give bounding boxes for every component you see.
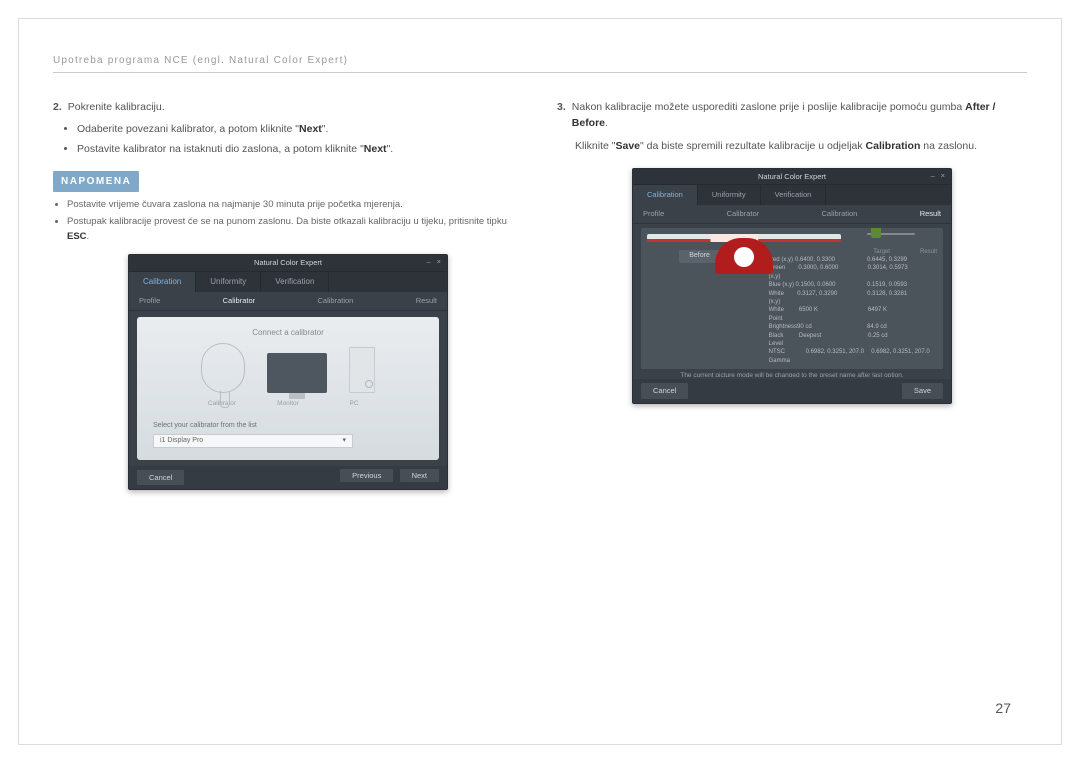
tab-verification[interactable]: Verification — [261, 272, 329, 292]
subtab-result[interactable]: Result — [920, 208, 941, 220]
tab-uniformity[interactable]: Uniformity — [698, 185, 761, 205]
bullet-item: Odaberite povezani kalibrator, a potom k… — [77, 121, 523, 137]
tab-calibration[interactable]: Calibration — [129, 272, 196, 292]
column-left: 2. Pokrenite kalibraciju. Odaberite pove… — [53, 99, 523, 490]
calibrator-icon — [201, 343, 245, 393]
dropdown-value: i1 Display Pro — [160, 436, 203, 446]
column-right: 3. Nakon kalibracije možete usporediti z… — [557, 99, 1027, 490]
text: Postupak kalibracije provest će se na pu… — [67, 216, 507, 227]
subtab-result[interactable]: Result — [416, 295, 437, 307]
cancel-button[interactable]: Cancel — [137, 470, 184, 486]
pc-icon — [349, 347, 375, 393]
monitor-icon — [267, 353, 327, 393]
text: . — [87, 231, 90, 242]
text: Postavite kalibrator na istaknuti dio za… — [77, 143, 364, 155]
bold-text: Next — [299, 123, 322, 135]
step-number: 3. — [557, 99, 566, 132]
text: Nakon kalibracije možete usporediti zasl… — [572, 101, 965, 113]
app-screenshot-result: Natural Color Expert – × Calibration Uni… — [632, 168, 952, 404]
text: ". — [387, 143, 394, 155]
before-button[interactable]: Before — [679, 250, 720, 263]
tab-calibration[interactable]: Calibration — [633, 185, 698, 205]
info-strip: The current picture mode will be changed… — [641, 369, 943, 377]
select-label: Select your calibrator from the list — [153, 421, 257, 432]
subtab-calibrator[interactable]: Calibrator — [223, 295, 256, 307]
preview-main-image — [647, 234, 841, 242]
step-number: 2. — [53, 99, 62, 115]
subtab-calibration[interactable]: Calibration — [318, 295, 354, 307]
subtab-calibrator[interactable]: Calibrator — [727, 208, 760, 220]
note-item: Postupak kalibracije provest će se na pu… — [67, 215, 523, 244]
note-tag: NAPOMENA — [53, 171, 139, 193]
connect-label: Connect a calibrator — [252, 327, 324, 339]
tab-verification[interactable]: Verification — [761, 185, 827, 205]
previous-button[interactable]: Previous — [340, 469, 393, 482]
step-subtext: Kliknite "Save" da biste spremili rezult… — [557, 138, 1027, 154]
calibrator-dropdown[interactable]: i1 Display Pro ▾ — [153, 434, 353, 448]
next-button[interactable]: Next — [400, 469, 439, 482]
step-text: Nakon kalibracije možete usporediti zasl… — [572, 99, 1027, 132]
bullet-item: Postavite kalibrator na istaknuti dio za… — [77, 141, 523, 157]
col-header: Result — [920, 248, 937, 256]
note-item: Postavite vrijeme čuvara zaslona na najm… — [67, 198, 523, 213]
bold-text: ESC — [67, 231, 87, 242]
text: na zaslonu. — [920, 140, 977, 152]
bold-text: Calibration — [866, 140, 921, 152]
window-title: Natural Color Expert — [758, 172, 826, 181]
chevron-down-icon: ▾ — [342, 436, 346, 446]
cancel-button[interactable]: Cancel — [641, 383, 688, 399]
bold-text: Next — [364, 143, 387, 155]
spacer — [647, 248, 669, 278]
close-icon[interactable]: × — [941, 170, 945, 182]
device-label: Monitor — [264, 399, 312, 409]
text: Kliknite " — [575, 140, 616, 152]
subtab-profile[interactable]: Profile — [139, 295, 160, 307]
col-header: Target — [873, 248, 890, 256]
bold-text: Save — [616, 140, 641, 152]
minimize-icon[interactable]: – — [930, 170, 934, 182]
minimize-icon[interactable]: – — [426, 256, 430, 268]
text: ". — [322, 123, 329, 135]
tab-uniformity[interactable]: Uniformity — [196, 272, 261, 292]
app-screenshot-calibrator: Natural Color Expert – × Calibration Uni… — [128, 254, 448, 490]
save-button[interactable]: Save — [902, 383, 943, 399]
window-title: Natural Color Expert — [254, 258, 322, 267]
close-icon[interactable]: × — [437, 256, 441, 268]
result-table: TargetResult Red (x,y)0.6400, 0.33000.64… — [769, 248, 937, 365]
text: Odaberite povezani kalibrator, a potom k… — [77, 123, 299, 135]
device-label: PC — [330, 399, 378, 409]
section-header: Upotreba programa NCE (engl. Natural Col… — [53, 55, 1027, 73]
subtab-calibration[interactable]: Calibration — [822, 208, 858, 220]
step-text: Pokrenite kalibraciju. — [68, 99, 165, 115]
subtab-profile[interactable]: Profile — [643, 208, 664, 220]
text: " da biste spremili rezultate kalibracij… — [640, 140, 866, 152]
page-number: 27 — [995, 700, 1011, 716]
text: . — [605, 117, 608, 129]
